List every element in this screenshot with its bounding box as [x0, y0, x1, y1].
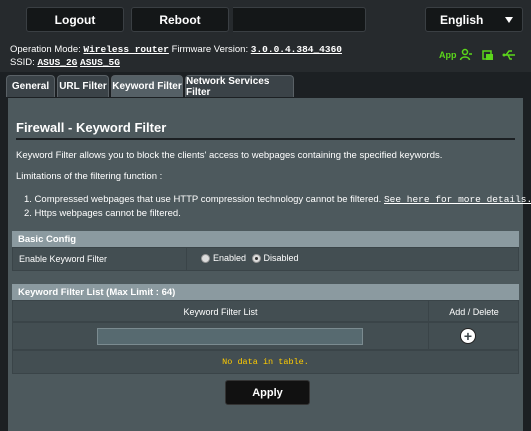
page-description: Keyword Filter allows you to block the c… [16, 150, 443, 161]
chevron-down-icon [505, 17, 513, 23]
add-delete-column-header: Add / Delete [449, 307, 499, 317]
operation-mode-link[interactable]: Wireless router [83, 44, 169, 55]
radio-disabled[interactable]: Disabled [251, 253, 299, 264]
radio-disabled-icon[interactable] [251, 254, 261, 264]
firmware-link[interactable]: 3.0.0.4.384_4360 [251, 44, 342, 55]
radio-enabled-icon[interactable] [201, 254, 210, 264]
operation-mode-label: Operation Mode: [10, 44, 81, 55]
column-divider [428, 323, 429, 349]
main-panel: Firewall - Keyword Filter Keyword Filter… [8, 98, 531, 431]
keyword-input[interactable] [97, 328, 363, 345]
radio-enabled[interactable]: Enabled [201, 253, 247, 264]
limitations-heading: Limitations of the filtering function : [16, 171, 163, 182]
limitation-item-1: 1. Compressed webpages that use HTTP com… [24, 194, 531, 205]
column-divider [186, 248, 187, 270]
logout-button[interactable]: Logout [26, 7, 124, 32]
enable-keyword-filter-label: Enable Keyword Filter [19, 254, 108, 264]
usb-device-icon[interactable] [481, 48, 495, 62]
keyword-input-row: + [12, 322, 519, 350]
details-link[interactable]: See here for more details. [384, 194, 531, 205]
enable-radio-group: Enabled Disabled [201, 253, 299, 264]
top-bar: Logout Reboot English [0, 0, 531, 42]
keyword-list-empty-row: No data in table. [12, 350, 519, 374]
language-select[interactable]: English [425, 7, 523, 32]
firmware-label: Firmware Version: [171, 44, 249, 55]
tab-bar: General URL Filter Keyword Filter Networ… [0, 72, 531, 98]
radio-disabled-label: Disabled [263, 253, 299, 263]
language-label: English [440, 12, 484, 27]
tab-keyword-filter[interactable]: Keyword Filter [111, 75, 183, 97]
tab-network-services-filter[interactable]: Network Services Filter [185, 75, 294, 98]
ssid-label: SSID: [10, 57, 35, 68]
clients-icon[interactable] [459, 48, 473, 62]
limitation-1-text: 1. Compressed webpages that use HTTP com… [24, 194, 382, 205]
enable-keyword-filter-row: Enable Keyword Filter Enabled Disabled [12, 247, 519, 271]
basic-config-header: Basic Config [12, 231, 519, 247]
app-link[interactable]: App [439, 50, 457, 60]
keyword-list-column-headers: Keyword Filter List Add / Delete [12, 300, 519, 322]
ssid-5g-link[interactable]: ASUS_5G [80, 57, 120, 68]
usb-icon[interactable] [502, 48, 516, 62]
tab-general[interactable]: General [6, 75, 55, 97]
page-title: Firewall - Keyword Filter [16, 120, 167, 135]
ssid-2g-link[interactable]: ASUS_2G [37, 57, 77, 68]
limitation-item-2: 2. Https webpages cannot be filtered. [24, 208, 181, 219]
title-divider [16, 138, 515, 140]
apply-button[interactable]: Apply [225, 380, 310, 405]
plus-icon: + [463, 328, 473, 344]
top-bar-filler [233, 7, 366, 32]
empty-table-message: No data in table. [222, 357, 309, 367]
tab-url-filter[interactable]: URL Filter [57, 75, 109, 97]
keyword-list-header: Keyword Filter List (Max Limit : 64) [12, 284, 519, 300]
add-keyword-button[interactable]: + [460, 328, 476, 344]
keyword-column-header: Keyword Filter List [183, 307, 258, 317]
ssid-line: SSID: ASUS_2G ASUS_5G [10, 57, 120, 68]
radio-enabled-label: Enabled [213, 253, 247, 263]
reboot-button[interactable]: Reboot [131, 7, 229, 32]
status-bar: Operation Mode: Wireless router Firmware… [0, 42, 531, 72]
operation-mode-line: Operation Mode: Wireless router Firmware… [10, 44, 342, 55]
